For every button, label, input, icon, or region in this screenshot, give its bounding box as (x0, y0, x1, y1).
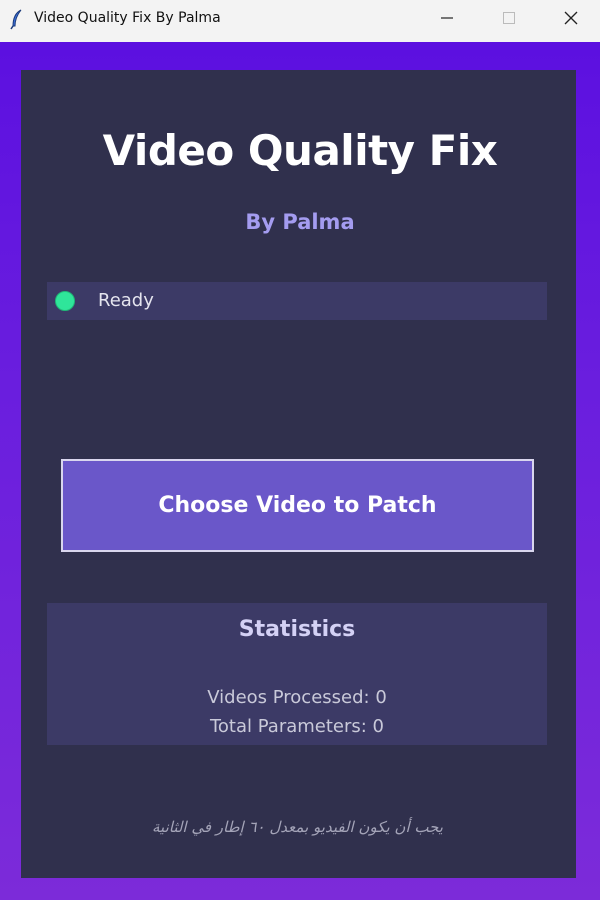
maximize-button[interactable] (478, 0, 540, 36)
feather-icon (8, 8, 26, 30)
close-icon (564, 11, 578, 25)
minimize-icon (441, 17, 453, 19)
window-title: Video Quality Fix By Palma (34, 10, 221, 26)
app-subtitle: By Palma (245, 210, 355, 234)
close-button[interactable] (540, 0, 600, 36)
statistics-title: Statistics (238, 617, 356, 642)
minimize-button[interactable] (416, 0, 478, 36)
status-text: Ready (98, 290, 154, 311)
status-indicator-icon (55, 291, 75, 311)
statistics-panel: Statistics Videos Processed: 0 Total Par… (47, 603, 547, 745)
total-parameters-stat: Total Parameters: 0 (209, 716, 385, 737)
footer-note: يجب أن يكون الفيديو بمعدل ٦٠ إطار في الث… (152, 818, 443, 836)
videos-processed-stat: Videos Processed: 0 (207, 687, 387, 708)
choose-video-button[interactable]: Choose Video to Patch (61, 459, 534, 552)
maximize-icon (503, 12, 515, 24)
status-bar: Ready (47, 282, 547, 320)
app-title: Video Quality Fix (102, 126, 498, 175)
window-titlebar[interactable]: Video Quality Fix By Palma (0, 0, 600, 42)
